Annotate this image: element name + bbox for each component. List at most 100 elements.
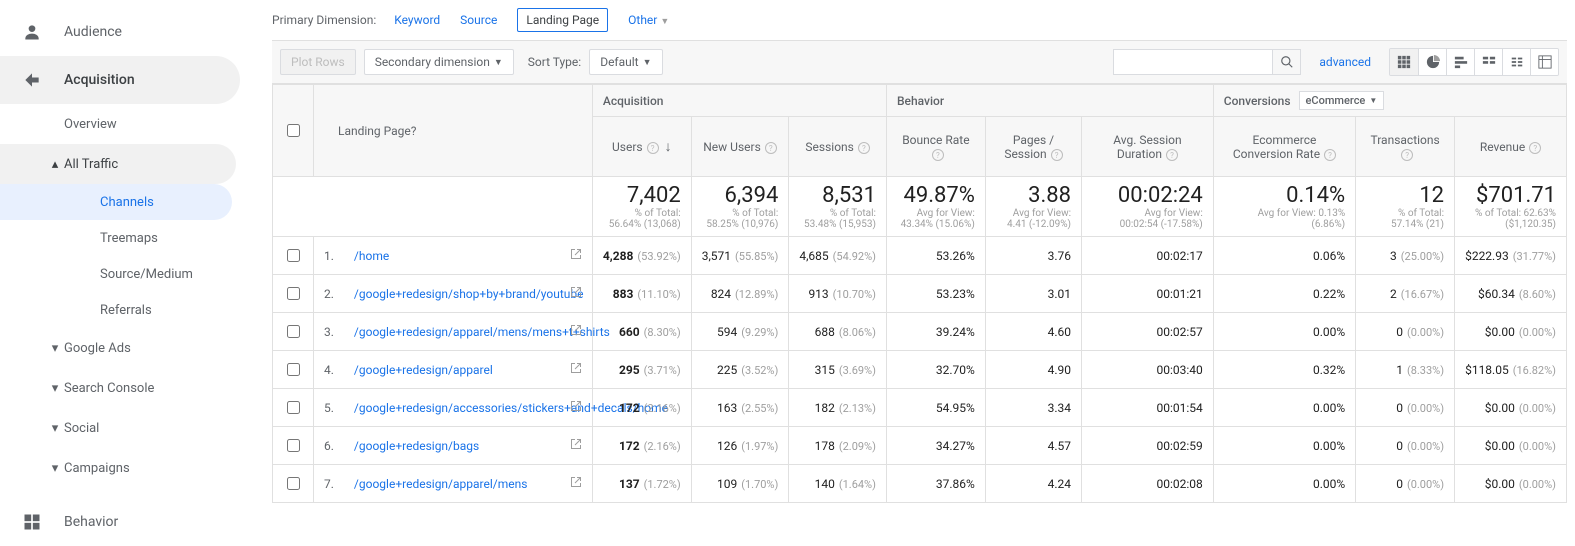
- nav-search-console[interactable]: ▾ Search Console: [0, 368, 256, 408]
- col-pps[interactable]: Pages / Session?: [985, 117, 1081, 177]
- search-button[interactable]: [1273, 49, 1301, 75]
- nav-source-medium[interactable]: Source/Medium: [0, 256, 256, 292]
- landing-page-link[interactable]: /google+redesign/bags: [354, 439, 479, 453]
- landing-page-link[interactable]: /google+redesign/shop+by+brand/youtube: [354, 287, 564, 301]
- open-external-icon[interactable]: [570, 324, 582, 339]
- cell-asd: 00:02:59: [1082, 427, 1214, 465]
- row-index: 4.: [314, 351, 344, 389]
- col-sessions[interactable]: Sessions?: [789, 117, 887, 177]
- col-users[interactable]: Users?↓: [592, 117, 691, 177]
- col-asd[interactable]: Avg. Session Duration?: [1082, 117, 1214, 177]
- nav-social[interactable]: ▾ Social: [0, 408, 256, 448]
- view-cloud-button[interactable]: [1502, 49, 1530, 75]
- advanced-link[interactable]: advanced: [1319, 55, 1371, 69]
- row-checkbox[interactable]: [287, 363, 300, 376]
- cell-trans: 2(16.67%): [1356, 275, 1455, 313]
- row-index: 7.: [314, 465, 344, 503]
- help-icon[interactable]: ?: [1529, 142, 1541, 154]
- col-trans[interactable]: Transactions?: [1356, 117, 1455, 177]
- nav-campaigns[interactable]: ▾ Campaigns: [0, 448, 256, 488]
- help-icon[interactable]: ?: [647, 142, 659, 154]
- row-checkbox[interactable]: [287, 249, 300, 262]
- help-icon[interactable]: ?: [1051, 149, 1063, 161]
- table-row: 1. /home 4,288(53.92%) 3,571(55.85%) 4,6…: [273, 237, 1567, 275]
- open-external-icon[interactable]: [570, 438, 582, 453]
- row-checkbox[interactable]: [287, 439, 300, 452]
- cell-new-users: 3,571(55.85%): [691, 237, 789, 275]
- cell-sessions: 315(3.69%): [789, 351, 887, 389]
- row-checkbox[interactable]: [287, 287, 300, 300]
- cell-asd: 00:01:54: [1082, 389, 1214, 427]
- row-checkbox[interactable]: [287, 477, 300, 490]
- help-icon[interactable]: ?: [932, 149, 944, 161]
- conversions-dropdown[interactable]: eCommerce ▼: [1299, 91, 1385, 110]
- col-rev[interactable]: Revenue?: [1455, 117, 1567, 177]
- help-icon[interactable]: ?: [1166, 149, 1178, 161]
- cell-trans: 1(8.33%): [1356, 351, 1455, 389]
- sort-desc-icon: ↓: [665, 139, 672, 155]
- nav-campaigns-label: Campaigns: [64, 461, 130, 476]
- plot-rows-button: Plot Rows: [280, 49, 356, 75]
- sort-type-button[interactable]: Default ▼: [589, 49, 662, 75]
- nav-google-ads[interactable]: ▾ Google Ads: [0, 328, 256, 368]
- cell-ecr: 0.00%: [1213, 427, 1355, 465]
- help-icon[interactable]: ?: [765, 142, 777, 154]
- col-ecr[interactable]: Ecommerce Conversion Rate?: [1213, 117, 1355, 177]
- sidebar: Audience Acquisition Overview ▴ All Traf…: [0, 0, 256, 546]
- row-checkbox[interactable]: [287, 325, 300, 338]
- nav-referrals[interactable]: Referrals: [0, 292, 256, 328]
- nav-behavior[interactable]: Behavior: [0, 498, 256, 546]
- nav-overview[interactable]: Overview: [0, 104, 256, 144]
- row-checkbox[interactable]: [287, 401, 300, 414]
- dim-landing-page[interactable]: Landing Page: [517, 8, 608, 32]
- nav-treemaps[interactable]: Treemaps: [0, 220, 256, 256]
- landing-page-header[interactable]: Landing Page?: [314, 85, 593, 177]
- cell-new-users: 824(12.89%): [691, 275, 789, 313]
- cell-bounce: 39.24%: [886, 313, 985, 351]
- cell-new-users: 126(1.97%): [691, 427, 789, 465]
- view-pivot-button[interactable]: [1530, 49, 1558, 75]
- landing-page-link[interactable]: /home: [354, 249, 389, 263]
- select-all-checkbox[interactable]: [287, 124, 300, 137]
- nav-channels-label: Channels: [100, 195, 154, 210]
- view-bar-button[interactable]: [1446, 49, 1474, 75]
- help-icon[interactable]: ?: [858, 142, 870, 154]
- open-external-icon[interactable]: [570, 400, 582, 415]
- nav-acquisition[interactable]: Acquisition: [0, 56, 240, 104]
- cell-ecr: 0.00%: [1213, 465, 1355, 503]
- nav-audience[interactable]: Audience: [0, 8, 256, 56]
- col-new-users[interactable]: New Users?: [691, 117, 789, 177]
- secondary-dimension-button[interactable]: Secondary dimension ▼: [364, 49, 514, 75]
- col-bounce[interactable]: Bounce Rate?: [886, 117, 985, 177]
- view-comparison-button[interactable]: [1474, 49, 1502, 75]
- landing-page-link[interactable]: /google+redesign/accessories/stickers+an…: [354, 401, 564, 415]
- table-row: 4. /google+redesign/apparel 295(3.71%) 2…: [273, 351, 1567, 389]
- dim-source[interactable]: Source: [460, 13, 497, 27]
- nav-all-traffic[interactable]: ▴ All Traffic: [0, 144, 236, 184]
- view-pie-button[interactable]: [1418, 49, 1446, 75]
- nav-treemaps-label: Treemaps: [100, 231, 158, 246]
- dim-keyword[interactable]: Keyword: [394, 13, 440, 27]
- summary-new-users: 6,394% of Total:58.25% (10,976): [691, 177, 789, 237]
- search-input[interactable]: [1113, 49, 1273, 75]
- landing-page-link[interactable]: /google+redesign/apparel/mens/mens+t+shi…: [354, 325, 564, 339]
- view-table-button[interactable]: [1390, 49, 1418, 75]
- landing-page-link[interactable]: /google+redesign/apparel/mens: [354, 477, 528, 491]
- nav-audience-label: Audience: [64, 24, 122, 40]
- help-icon[interactable]: ?: [1401, 149, 1413, 161]
- cell-asd: 00:02:57: [1082, 313, 1214, 351]
- help-icon[interactable]: ?: [1324, 149, 1336, 161]
- dim-other[interactable]: Other ▼: [628, 13, 669, 27]
- open-external-icon[interactable]: [570, 362, 582, 377]
- open-external-icon[interactable]: [570, 286, 582, 301]
- landing-page-link[interactable]: /google+redesign/apparel: [354, 363, 493, 377]
- cell-bounce: 32.70%: [886, 351, 985, 389]
- cell-ecr: 0.00%: [1213, 313, 1355, 351]
- cell-users: 883(11.10%): [592, 275, 691, 313]
- open-external-icon[interactable]: [570, 248, 582, 263]
- nav-channels[interactable]: Channels: [0, 184, 232, 220]
- help-icon[interactable]: ?: [411, 124, 417, 138]
- open-external-icon[interactable]: [570, 476, 582, 491]
- nav-overview-label: Overview: [64, 117, 117, 132]
- chevron-down-icon: ▼: [494, 57, 503, 68]
